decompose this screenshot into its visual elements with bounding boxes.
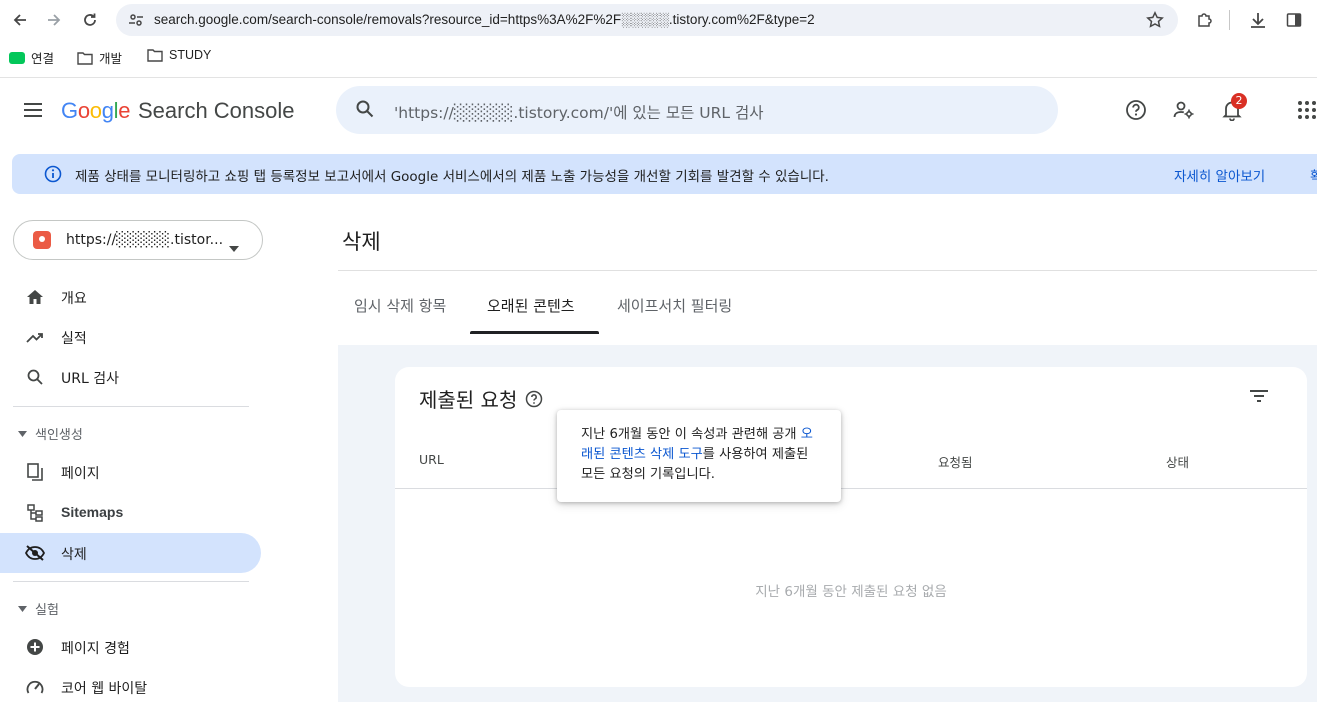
property-selector[interactable]: https://░░░░░.tistor... (13, 220, 263, 260)
bookmark-label: 연결 (31, 52, 55, 66)
site-settings-icon[interactable] (128, 12, 144, 32)
folder-icon (77, 51, 93, 65)
nav-label: Sitemaps (61, 504, 124, 520)
info-banner: 제품 상태를 모니터링하고 쇼핑 탭 등록정보 보고서에서 Google 서비스… (12, 154, 1317, 194)
nav-label: 코어 웹 바이탈 (61, 681, 148, 697)
section-experience-header[interactable]: 실험 (18, 599, 59, 618)
toolbar-divider (1229, 10, 1230, 30)
active-tab-indicator (470, 331, 599, 334)
sidebar-divider (13, 406, 249, 407)
search-placeholder: 'https://░░░░░.tistory.com/'에 있는 모든 URL … (394, 104, 764, 122)
property-label: https://░░░░░.tistor... (66, 232, 224, 248)
back-icon[interactable] (10, 10, 30, 30)
banner-action-link[interactable]: 확 (1310, 165, 1317, 185)
nav-pages[interactable]: 페이지 (0, 452, 261, 492)
tab-safesearch-filtering[interactable]: 세이프서치 필터링 (617, 295, 732, 316)
requests-card: 제출된 요청 URL 요청됨 상태 지난 6개월 동안 제출된 요청 없음 (395, 367, 1307, 687)
folder-icon (147, 49, 163, 62)
column-header-url[interactable]: URL (419, 452, 444, 467)
apps-grid-icon[interactable] (1297, 100, 1317, 124)
plus-circle-icon (25, 637, 45, 657)
column-header-status[interactable]: 상태 (1166, 452, 1189, 471)
filter-icon[interactable] (1250, 388, 1268, 407)
tooltip-text: 지난 6개월 동안 이 속성과 관련해 공개 (581, 427, 801, 442)
dropdown-arrow-icon (229, 237, 239, 256)
pages-icon (25, 462, 45, 482)
url-text: search.google.com/search-console/removal… (154, 12, 815, 27)
search-icon (356, 100, 374, 122)
search-icon (25, 367, 45, 387)
browser-chrome: search.google.com/search-console/removal… (0, 0, 1317, 78)
google-logo-text: Google (61, 98, 131, 123)
learn-more-link[interactable]: 자세히 알아보기 (1174, 165, 1265, 185)
sidebar-divider (13, 581, 249, 582)
trending-up-icon (25, 327, 45, 347)
section-label: 실험 (35, 603, 59, 618)
speed-icon (25, 677, 45, 697)
table-header-divider (395, 488, 1307, 489)
site-favicon-icon (33, 231, 51, 249)
info-icon (44, 165, 62, 187)
download-icon[interactable] (1248, 10, 1268, 30)
product-logo[interactable]: Google Search Console (61, 98, 295, 124)
notification-badge: 2 (1231, 93, 1247, 109)
tab-outdated-content[interactable]: 오래된 콘텐츠 (487, 295, 575, 316)
nav-overview[interactable]: 개요 (0, 277, 261, 317)
card-title-text: 제출된 요청 (419, 388, 518, 412)
nav-label: 페이지 경험 (61, 641, 130, 657)
bookmark-item[interactable]: 연결 (9, 48, 54, 67)
help-icon[interactable] (1125, 99, 1147, 125)
nav-label: 페이지 (61, 466, 100, 482)
empty-state-message: 지난 6개월 동안 제출된 요청 없음 (755, 584, 947, 600)
home-icon (25, 287, 45, 307)
bookmark-label: 개발 (99, 52, 123, 66)
nav-performance[interactable]: 실적 (0, 317, 261, 357)
nav-label: URL 검사 (61, 371, 119, 387)
help-tooltip: 지난 6개월 동안 이 속성과 관련해 공개 오래된 콘텐츠 삭제 도구를 사용… (557, 410, 841, 502)
menu-icon[interactable] (23, 102, 43, 122)
bookmark-folder[interactable]: 개발 (77, 48, 122, 67)
manage-users-icon[interactable] (1173, 99, 1195, 125)
nav-page-experience[interactable]: 페이지 경험 (0, 627, 261, 667)
extensions-icon[interactable] (1195, 10, 1215, 30)
bookmark-folder[interactable]: STUDY (147, 48, 211, 62)
collapse-arrow-icon (18, 605, 27, 612)
section-indexing-header[interactable]: 색인생성 (18, 424, 83, 443)
collapse-arrow-icon (18, 430, 27, 437)
nav-label: 삭제 (61, 547, 87, 563)
app-header: Google Search Console 'https://░░░░░.tis… (0, 78, 1317, 144)
nav-label: 개요 (61, 291, 87, 307)
banner-text: 제품 상태를 모니터링하고 쇼핑 탭 등록정보 보고서에서 Google 서비스… (75, 169, 829, 185)
blog-icon (9, 51, 25, 64)
nav-removals[interactable]: 삭제 (0, 533, 261, 573)
reload-icon[interactable] (80, 10, 100, 30)
section-label: 색인생성 (35, 428, 83, 443)
nav-label: 실적 (61, 331, 87, 347)
page-title: 삭제 (342, 230, 381, 254)
column-header-requested[interactable]: 요청됨 (938, 452, 973, 471)
forward-icon[interactable] (44, 10, 64, 30)
product-name: Search Console (137, 98, 295, 123)
title-divider (338, 270, 1317, 271)
side-panel-icon[interactable] (1284, 10, 1304, 30)
help-outline-icon[interactable] (525, 390, 543, 408)
address-bar[interactable]: search.google.com/search-console/removal… (116, 4, 1178, 36)
nav-sitemaps[interactable]: Sitemaps (0, 493, 261, 533)
tab-temporary-removals[interactable]: 임시 삭제 항목 (354, 295, 446, 316)
nav-url-inspection[interactable]: URL 검사 (0, 357, 261, 397)
bookmark-label: STUDY (169, 48, 212, 62)
card-title: 제출된 요청 (419, 384, 543, 413)
bookmark-star-icon[interactable] (1146, 11, 1164, 33)
sitemap-icon (25, 503, 45, 523)
visibility-off-icon (25, 543, 45, 563)
nav-core-web-vitals[interactable]: 코어 웹 바이탈 (0, 667, 261, 707)
url-inspect-search[interactable]: 'https://░░░░░.tistory.com/'에 있는 모든 URL … (336, 86, 1058, 134)
